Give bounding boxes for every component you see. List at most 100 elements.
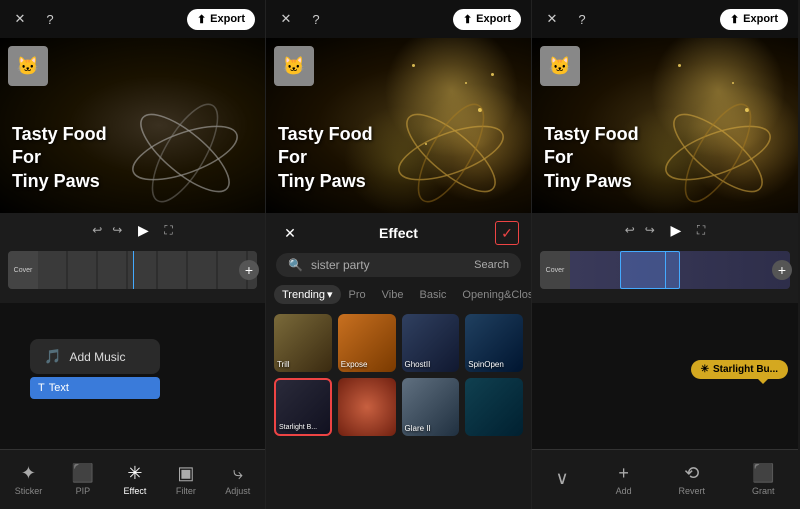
filter-tool[interactable]: ▣ Filter [168,459,204,500]
add-tool[interactable]: + Add [608,459,640,500]
tab-trending[interactable]: Trending ▾ [274,285,341,304]
add-music-item[interactable]: 🎵 Add Music [30,339,160,374]
add-music-label: Add Music [69,350,125,364]
transport-bar-1: ↩ ↪ ▶ ⛶ [4,219,261,241]
tab-opening[interactable]: Opening&Clos... [454,285,531,304]
orbital-decoration-3 [658,103,778,203]
text-track: T Text [30,377,160,399]
effect-glaerii[interactable]: Glare II [402,378,460,436]
close-icon[interactable]: ✕ [10,9,30,29]
overlay-text-2: Tasty Food For Tiny Paws [278,123,373,193]
timeline-clip-3 [570,251,790,289]
effect-selected[interactable]: Starlight B... [274,378,332,436]
grant-tool[interactable]: ⬛ Grant [744,459,783,500]
revert-tool[interactable]: ⟲ Revert [671,459,714,500]
add-clip-button-3[interactable]: + [772,260,792,280]
cat-thumbnail: 🐱 [8,46,48,86]
effect-panel: ✕ Effect ✓ 🔍 sister party Search Trendin… [266,213,531,509]
help-icon-2[interactable]: ? [306,9,326,29]
preview-area-1: 🐱 Tasty Food For Tiny Paws [0,38,265,213]
undo-icon[interactable]: ↩ [92,223,102,237]
top-bar-3: ✕ ? ⬆ Export [532,0,798,38]
effect-icon: ✳ [127,463,142,484]
timeline-clip-1 [38,251,257,289]
export-button-2[interactable]: ⬆ Export [453,9,521,30]
top-bar-left-icons: ✕ ? [10,9,60,29]
search-input[interactable]: sister party [311,258,466,272]
export-icon: ⬆ [197,13,206,26]
export-button[interactable]: ⬆ Export [187,9,255,30]
adjust-icon: ⤷ [233,463,243,484]
text-track-label: Text [49,382,69,394]
help-icon[interactable]: ? [40,9,60,29]
collapse-icon: ∨ [555,468,568,489]
effect-spinopen[interactable]: SpinOpen [465,314,523,372]
play-button-3[interactable]: ▶ [665,219,687,241]
effect-8[interactable] [465,378,523,436]
effect-expose[interactable]: Expose [338,314,396,372]
cover-label-3: Cover [540,251,570,289]
trending-arrow: ▾ [327,288,333,301]
redo-icon-3[interactable]: ↪ [645,223,655,237]
grant-label: Grant [752,486,775,496]
revert-icon: ⟲ [684,463,699,484]
export-icon-3: ⬆ [730,13,739,26]
play-button-1[interactable]: ▶ [132,219,154,241]
redo-icon[interactable]: ↪ [112,223,122,237]
export-icon-2: ⬆ [463,13,472,26]
effect-tool[interactable]: ✳ Effect [116,459,155,500]
effect-6[interactable] [338,378,396,436]
cat-thumbnail-3: 🐱 [540,46,580,86]
effect-title: Effect [379,225,418,241]
orbital-decoration-2 [391,103,511,203]
playhead-1 [133,251,134,289]
add-label: Add [616,486,632,496]
effect-close-button[interactable]: ✕ [278,221,302,245]
search-button[interactable]: Search [474,259,509,271]
panel-2: ✕ ? ⬆ Export 🐱 Tasty Food For Tiny Paws … [266,0,532,509]
trending-label: Trending [282,289,325,301]
filter-label: Filter [176,486,196,496]
playhead-3 [665,251,666,289]
selected-clip [620,251,680,289]
timeline-area-1: ↩ ↪ ▶ ⛶ 00:02 / 00:05 10% Cover + [0,213,265,303]
tab-vibe[interactable]: Vibe [374,285,412,304]
popup-menu: 🎵 Add Music [30,339,160,374]
transport-bar-3: ↩ ↪ ▶ ⛶ [536,219,794,241]
orbital-decoration [125,103,245,203]
cover-label-1: Cover [8,251,38,289]
pip-icon: ⬛ [72,463,94,484]
timeline-track-1: Cover [8,251,257,289]
search-icon: 🔍 [288,258,303,272]
fullscreen-icon-3[interactable]: ⛶ [697,223,705,238]
help-icon-3[interactable]: ? [572,9,592,29]
filter-tabs: Trending ▾ Pro Vibe Basic Opening&Clos..… [266,285,531,310]
panel-3: ✕ ? ⬆ Export 🐱 Tasty Food For Tiny Paws … [532,0,798,509]
effect-ghostii[interactable]: GhostII [402,314,460,372]
bottom-toolbar-1: ✦ Sticker ⬛ PIP ✳ Effect ▣ Filter ⤷ Adju… [0,449,265,509]
filter-icon: ▣ [177,463,194,484]
grant-icon: ⬛ [752,463,774,484]
close-icon-3[interactable]: ✕ [542,9,562,29]
overlay-text-1: Tasty Food For Tiny Paws [12,123,107,193]
adjust-tool[interactable]: ⤷ Adjust [217,459,258,500]
adjust-label: Adjust [225,486,250,496]
collapse-tool[interactable]: ∨ [547,464,576,495]
export-button-3[interactable]: ⬆ Export [720,9,788,30]
panel-1: ✕ ? ⬆ Export 🐱 Tasty Food For Tiny Paws … [0,0,266,509]
tab-pro[interactable]: Pro [341,285,374,304]
fullscreen-icon[interactable]: ⛶ [164,223,172,238]
tooltip-icon: ✳ [701,364,709,375]
effect-confirm-button[interactable]: ✓ [495,221,519,245]
add-clip-button-1[interactable]: + [239,260,259,280]
preview-area-3: 🐱 Tasty Food For Tiny Paws [532,38,798,213]
revert-label: Revert [679,486,706,496]
tab-basic[interactable]: Basic [412,285,455,304]
undo-icon-3[interactable]: ↩ [625,223,635,237]
close-icon-2[interactable]: ✕ [276,9,296,29]
text-track-icon: T [38,382,45,394]
music-icon: 🎵 [44,348,61,365]
effect-trill[interactable]: Trill [274,314,332,372]
sticker-tool[interactable]: ✦ Sticker [7,459,51,500]
pip-tool[interactable]: ⬛ PIP [64,459,102,500]
